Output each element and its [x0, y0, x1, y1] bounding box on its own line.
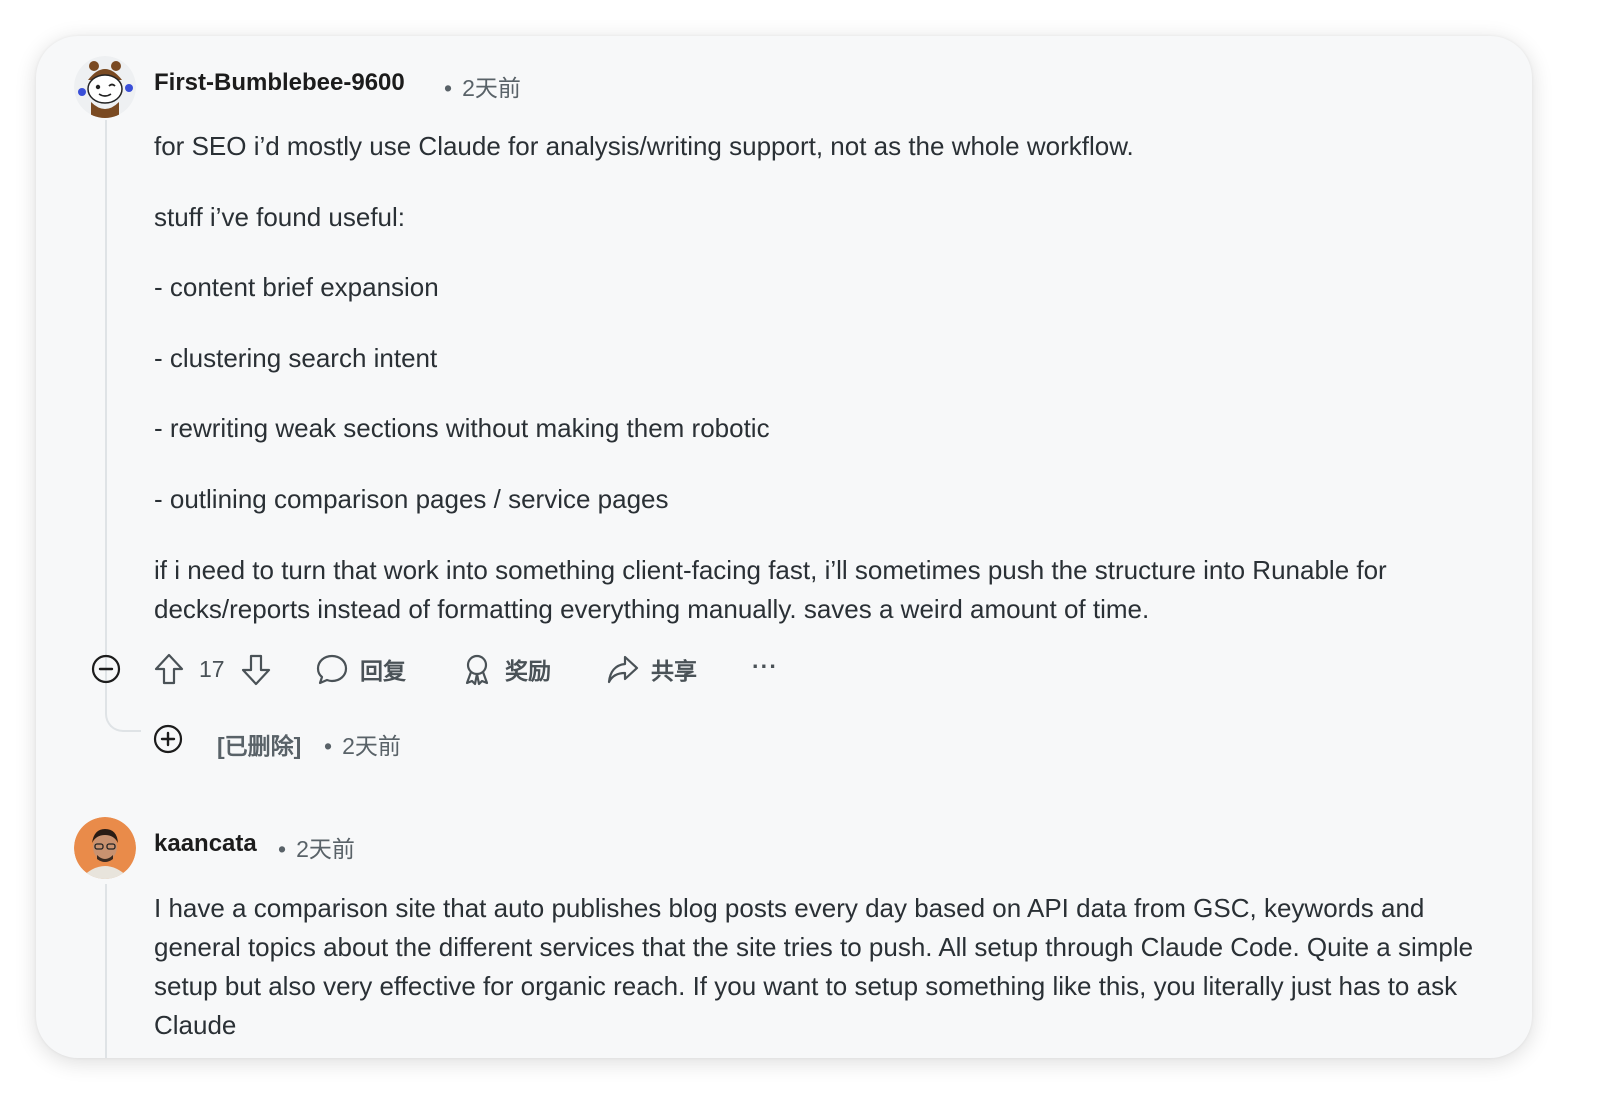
- comment-author[interactable]: First-Bumblebee-9600: [154, 69, 405, 97]
- reply-button[interactable]: 回复: [315, 652, 406, 686]
- comment-timestamp: • 2天前: [278, 830, 355, 864]
- timestamp-text: 2天前: [296, 836, 355, 862]
- downvote-button[interactable]: [240, 653, 272, 692]
- upvote-button[interactable]: [153, 652, 185, 691]
- share-label: 共享: [651, 658, 697, 684]
- collapse-thread-button[interactable]: [91, 654, 121, 689]
- comment-paragraph: I have a comparison site that auto publi…: [154, 893, 1474, 1040]
- expand-thread-button[interactable]: [153, 724, 183, 759]
- plus-circle-icon: [153, 724, 183, 754]
- user-photo-avatar: [74, 817, 136, 879]
- meta-separator: •: [278, 836, 287, 862]
- thread-line[interactable]: [105, 884, 107, 1058]
- comment-list-item: - rewriting weak sections without making…: [154, 413, 770, 443]
- reply-label: 回复: [360, 658, 406, 684]
- arrow-up-icon: [154, 653, 184, 685]
- deleted-comment-timestamp: • 2天前: [324, 727, 401, 761]
- award-label: 奖励: [505, 658, 551, 684]
- comment-paragraph: stuff i’ve found useful:: [154, 202, 406, 232]
- comment-timestamp: • 2天前: [444, 69, 521, 103]
- award-ribbon-icon: [465, 654, 489, 686]
- meta-separator: •: [444, 75, 453, 101]
- minus-circle-icon: [91, 654, 121, 684]
- vote-count: 17: [199, 656, 225, 682]
- comment-thread-card: First-Bumblebee-9600 • 2天前 for SEO i’d mo…: [36, 36, 1532, 1058]
- avatar[interactable]: [74, 817, 136, 879]
- share-arrow-icon: [607, 655, 639, 684]
- comment-list-item: - outlining comparison pages / service p…: [154, 484, 669, 514]
- comment-author[interactable]: kaancata: [154, 830, 257, 858]
- thread-branch-connector: [105, 696, 141, 732]
- speech-bubble-icon: [316, 654, 348, 685]
- share-button[interactable]: 共享: [606, 652, 697, 686]
- comment-paragraph: for SEO i’d mostly use Claude for analys…: [154, 131, 1134, 161]
- timestamp-text: 2天前: [462, 75, 521, 101]
- comment-paragraph: if i need to turn that work into somethi…: [154, 555, 1387, 624]
- award-button[interactable]: 奖励: [460, 652, 551, 686]
- comment-list-item: - content brief expansion: [154, 272, 439, 302]
- deleted-comment-label[interactable]: [已删除]: [217, 727, 301, 761]
- snoo-avatar-icon: [74, 56, 136, 118]
- timestamp-text: 2天前: [342, 733, 401, 759]
- avatar[interactable]: [74, 56, 136, 118]
- comment-list-item: - clustering search intent: [154, 343, 438, 373]
- thread-line[interactable]: [105, 120, 107, 706]
- more-options-button[interactable]: ···: [752, 653, 778, 680]
- meta-separator: •: [324, 733, 333, 759]
- arrow-down-icon: [241, 654, 271, 686]
